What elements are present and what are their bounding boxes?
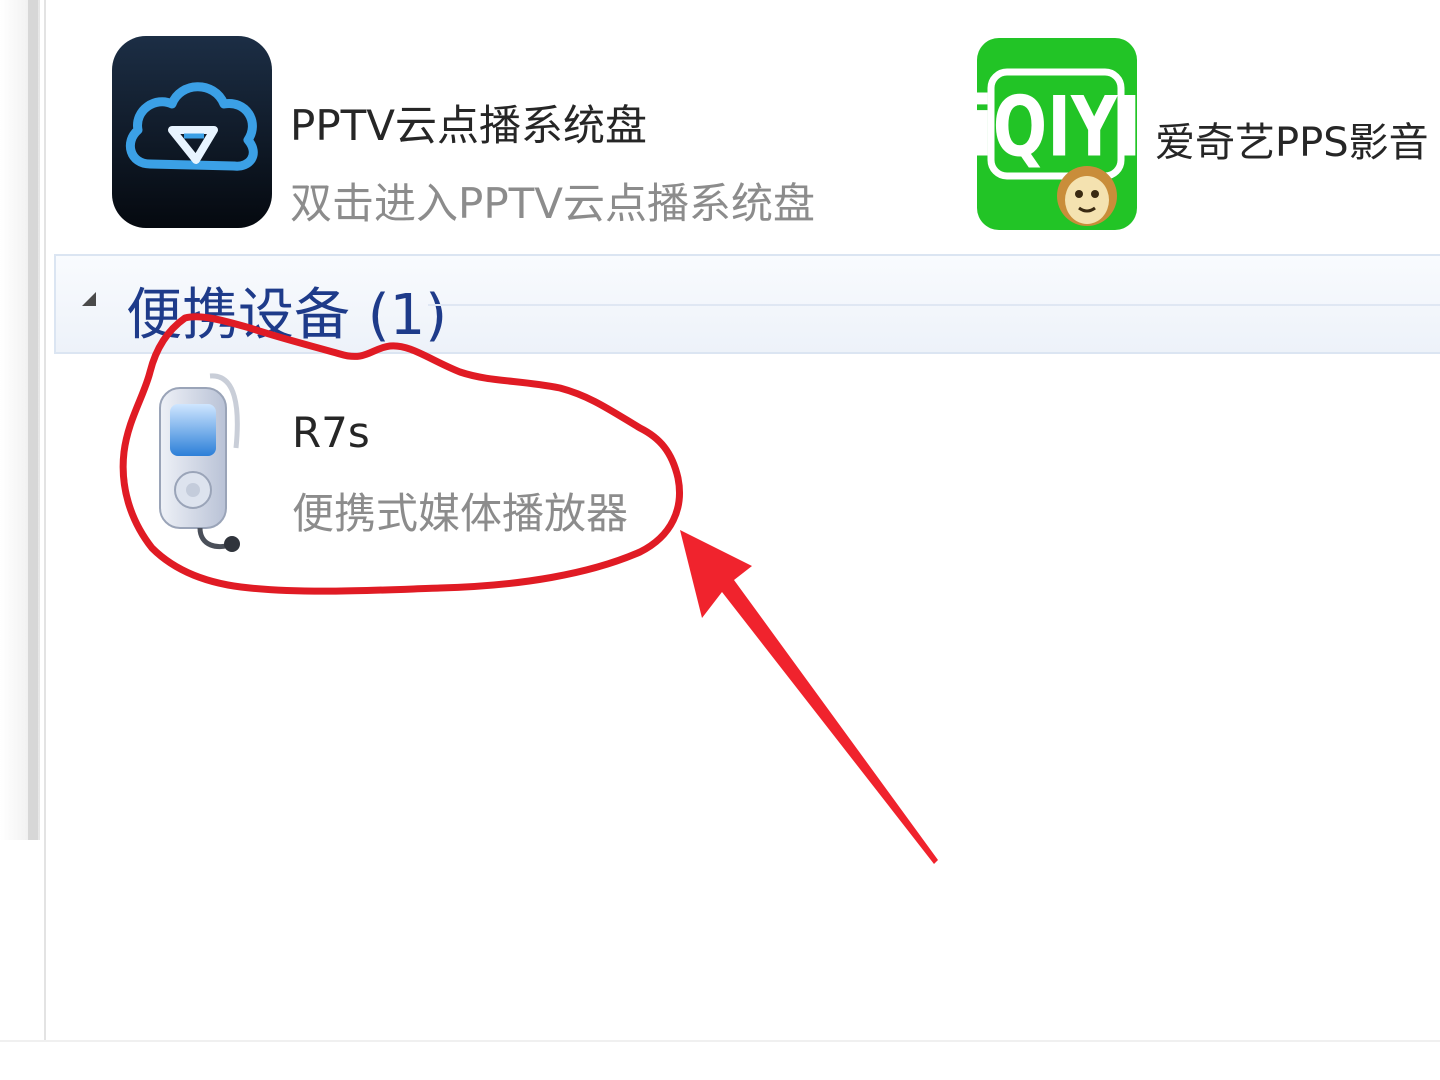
iqiyi-icon: iQIYI — [971, 36, 1141, 232]
portable-media-player-icon — [140, 368, 250, 564]
app-tile-pptv[interactable]: PPTV云点播系统盘 双击进入PPTV云点播系统盘 — [110, 34, 830, 234]
annotation-arrow — [680, 530, 938, 864]
app-name: PPTV云点播系统盘 — [290, 101, 648, 150]
group-title: 便携设备 (1) — [126, 283, 448, 348]
group-divider — [428, 304, 1440, 306]
device-tile-r7s[interactable]: R7s 便携式媒体播放器 — [140, 368, 660, 568]
pane-divider[interactable] — [44, 0, 46, 1040]
app-description: 双击进入PPTV云点播系统盘 — [290, 179, 816, 228]
app-name: 爱奇艺PPS影音 — [1155, 120, 1429, 166]
iqiyi-icon-text: iQIYI — [975, 78, 1139, 176]
device-name: R7s — [292, 408, 370, 457]
window-bottom-edge — [0, 1040, 1440, 1080]
app-tile-iqiyi[interactable]: iQIYI 爱奇艺PPS影音 — [971, 36, 1440, 232]
group-header-portable-devices[interactable]: 便携设备 (1) — [54, 254, 1440, 354]
device-type: 便携式媒体播放器 — [292, 489, 629, 538]
navigation-scrollbar[interactable] — [28, 0, 38, 840]
pptv-cloud-icon — [110, 34, 274, 230]
collapse-arrow-icon[interactable] — [82, 292, 96, 306]
explorer-content-pane: PPTV云点播系统盘 双击进入PPTV云点播系统盘 iQIYI 爱奇艺PPS影音… — [0, 0, 1440, 1080]
